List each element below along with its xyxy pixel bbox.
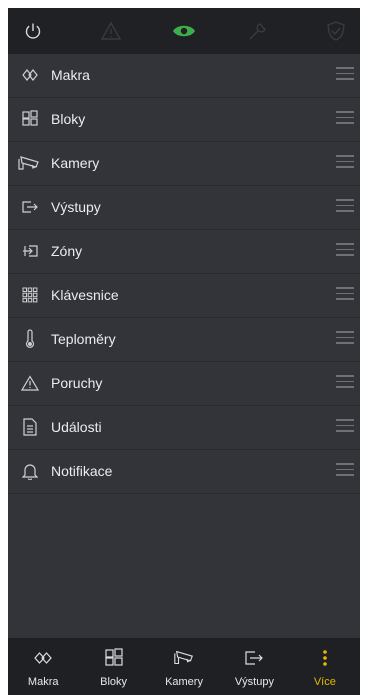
blocks-icon xyxy=(103,648,125,668)
menu-item-zony[interactable]: Zóny xyxy=(8,230,360,274)
macro-icon xyxy=(32,648,54,668)
output-icon xyxy=(21,197,39,217)
drag-handle-icon[interactable] xyxy=(336,67,354,81)
drag-handle-icon[interactable] xyxy=(336,155,354,169)
camera-icon xyxy=(173,648,195,668)
drag-handle-icon[interactable] xyxy=(336,199,354,213)
tab-label: Více xyxy=(313,676,336,688)
more-vertical-icon xyxy=(314,648,336,668)
menu-item-vystupy[interactable]: Výstupy xyxy=(8,186,360,230)
eye-icon[interactable] xyxy=(172,19,196,43)
keypad-icon xyxy=(21,285,39,305)
menu-list: Makra Bloky Kamery Výstupy Zóny Klávesni… xyxy=(8,54,360,494)
menu-item-label: Klávesnice xyxy=(51,287,119,303)
menu-item-udalosti[interactable]: Události xyxy=(8,406,360,450)
power-icon[interactable] xyxy=(21,19,45,43)
tab-label: Výstupy xyxy=(234,676,274,688)
shield-icon[interactable] xyxy=(324,19,348,43)
menu-item-label: Zóny xyxy=(51,243,83,259)
tab-makra[interactable]: Makra xyxy=(8,638,78,695)
menu-item-label: Události xyxy=(51,419,102,435)
tab-kamery[interactable]: Kamery xyxy=(149,638,219,695)
zone-icon xyxy=(21,241,39,261)
warning-icon xyxy=(21,373,39,393)
menu-item-label: Kamery xyxy=(51,155,100,171)
macro-icon xyxy=(21,65,39,85)
menu-item-bloky[interactable]: Bloky xyxy=(8,98,360,142)
drag-handle-icon[interactable] xyxy=(336,463,354,477)
output-icon xyxy=(243,648,265,668)
wrench-icon[interactable] xyxy=(246,19,270,43)
bell-icon xyxy=(21,461,39,481)
drag-handle-icon[interactable] xyxy=(336,375,354,389)
menu-item-poruchy[interactable]: Poruchy xyxy=(8,362,360,406)
thermometer-icon xyxy=(21,329,39,349)
top-status-bar xyxy=(8,8,360,54)
menu-item-makra[interactable]: Makra xyxy=(8,54,360,98)
bottom-navigation: Makra Bloky Kamery Výstupy Více xyxy=(8,638,360,695)
tab-bloky[interactable]: Bloky xyxy=(78,638,148,695)
blocks-icon xyxy=(21,109,39,129)
warning-icon[interactable] xyxy=(99,19,123,43)
menu-item-notifikace[interactable]: Notifikace xyxy=(8,450,360,494)
menu-item-teplomery[interactable]: Teploměry xyxy=(8,318,360,362)
drag-handle-icon[interactable] xyxy=(336,419,354,433)
menu-item-label: Notifikace xyxy=(51,463,113,479)
drag-handle-icon[interactable] xyxy=(336,111,354,125)
tab-label: Kamery xyxy=(165,676,203,688)
drag-handle-icon[interactable] xyxy=(336,287,354,301)
tab-label: Bloky xyxy=(100,676,128,688)
drag-handle-icon[interactable] xyxy=(336,243,354,257)
menu-item-klavesnice[interactable]: Klávesnice xyxy=(8,274,360,318)
menu-item-label: Výstupy xyxy=(51,199,101,215)
menu-item-label: Poruchy xyxy=(51,375,103,391)
menu-item-label: Teploměry xyxy=(51,331,116,347)
menu-item-kamery[interactable]: Kamery xyxy=(8,142,360,186)
menu-item-label: Bloky xyxy=(51,111,86,127)
tab-label: Makra xyxy=(27,676,59,688)
camera-icon xyxy=(17,153,41,173)
tab-vystupy[interactable]: Výstupy xyxy=(219,638,289,695)
drag-handle-icon[interactable] xyxy=(336,331,354,345)
tab-vice[interactable]: Více xyxy=(290,638,360,695)
document-icon xyxy=(21,417,39,437)
menu-item-label: Makra xyxy=(51,67,90,83)
app-screen: Makra Bloky Kamery Výstupy Zóny Klávesni… xyxy=(8,8,360,695)
